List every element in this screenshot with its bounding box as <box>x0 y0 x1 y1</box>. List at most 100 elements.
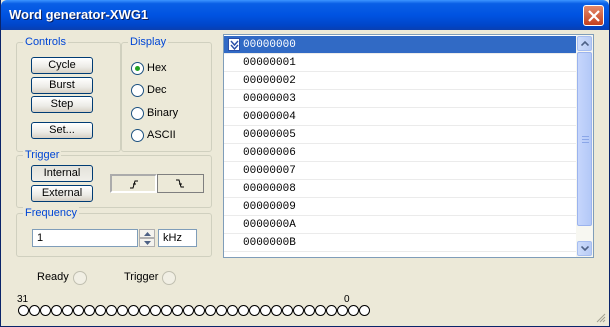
bit-indicator <box>40 305 51 316</box>
bit-indicator <box>51 305 62 316</box>
scroll-thumb[interactable] <box>577 52 592 226</box>
word-value: 00000005 <box>243 129 296 141</box>
word-row[interactable]: 0000000A <box>224 216 576 234</box>
bit-indicator <box>315 305 326 316</box>
resize-grip-icon[interactable] <box>595 312 606 323</box>
bit-indicator <box>18 305 29 316</box>
display-ascii-label: ASCII <box>147 129 176 141</box>
bit-indicator <box>73 305 84 316</box>
word-row[interactable]: 00000007 <box>224 162 576 180</box>
word-row[interactable]: 00000003 <box>224 90 576 108</box>
rising-edge-button[interactable] <box>110 174 157 193</box>
rising-edge-icon <box>130 180 138 189</box>
close-button[interactable] <box>583 5 604 26</box>
word-row[interactable]: 0000000B <box>224 234 576 252</box>
word-row[interactable]: 00000006 <box>224 144 576 162</box>
step-button[interactable]: Step <box>31 96 93 113</box>
bit-indicator <box>227 305 238 316</box>
scroll-up-button[interactable] <box>577 36 592 51</box>
bit-low-label: 0 <box>344 294 350 305</box>
bit-indicator <box>95 305 106 316</box>
word-list[interactable]: 00000000 00000001 00000002 00000003 0000… <box>223 34 594 258</box>
cycle-button[interactable]: Cycle <box>31 57 93 74</box>
word-row[interactable]: 00000002 <box>224 72 576 90</box>
radio-circle <box>131 107 144 120</box>
bit-indicator <box>238 305 249 316</box>
ready-indicator <box>73 271 87 285</box>
title-bar[interactable]: Word generator-XWG1 <box>1 0 609 30</box>
trigger-status-label: Trigger <box>124 271 159 283</box>
bit-high-label: 31 <box>17 294 29 305</box>
output-bits <box>18 305 370 317</box>
bit-indicator <box>260 305 271 316</box>
word-value: 00000006 <box>243 147 296 159</box>
controls-group-label: Controls <box>23 36 68 48</box>
word-value: 00000004 <box>243 111 296 123</box>
external-trigger-button[interactable]: External <box>31 185 93 202</box>
vertical-scrollbar[interactable] <box>576 35 593 257</box>
bit-indicator <box>106 305 117 316</box>
bit-indicator <box>84 305 95 316</box>
bit-indicator <box>348 305 359 316</box>
word-value: 00000000 <box>243 39 296 51</box>
word-row[interactable]: 00000004 <box>224 108 576 126</box>
frequency-group-label: Frequency <box>23 207 79 219</box>
radio-circle <box>131 62 144 75</box>
bit-indicator <box>304 305 315 316</box>
word-row[interactable]: 00000009 <box>224 198 576 216</box>
set-button[interactable]: Set... <box>31 122 93 139</box>
bit-indicator <box>282 305 293 316</box>
falling-edge-icon <box>176 179 184 188</box>
trigger-indicator <box>162 271 176 285</box>
word-value: 00000002 <box>243 75 296 87</box>
frequency-spin-up[interactable] <box>139 229 155 238</box>
bit-indicator <box>194 305 205 316</box>
word-value: 00000001 <box>243 57 296 69</box>
trigger-group-label: Trigger <box>23 149 62 161</box>
word-value: 0000000A <box>243 219 296 231</box>
frequency-input[interactable]: 1 <box>32 229 138 247</box>
triangle-up-icon <box>144 232 151 236</box>
word-value: 0000000B <box>243 237 296 249</box>
grip-line <box>582 139 589 140</box>
grip-line <box>582 142 589 143</box>
burst-button[interactable]: Burst <box>31 77 93 94</box>
bit-indicator <box>183 305 194 316</box>
internal-trigger-button[interactable]: Internal <box>31 165 93 182</box>
word-value: 00000003 <box>243 93 296 105</box>
frequency-unit-field[interactable]: kHz <box>158 229 197 247</box>
radio-circle <box>131 84 144 97</box>
word-value: 00000008 <box>243 183 296 195</box>
triangle-down-icon <box>144 241 151 245</box>
display-hex-label: Hex <box>147 62 167 74</box>
display-binary-label: Binary <box>147 107 179 119</box>
bit-indicator <box>139 305 150 316</box>
bit-indicator <box>249 305 260 316</box>
word-value: 00000007 <box>243 165 296 177</box>
chevron-down-icon <box>581 246 589 251</box>
bit-indicator <box>62 305 73 316</box>
frequency-spin-down[interactable] <box>139 238 155 247</box>
falling-edge-button[interactable] <box>157 174 204 193</box>
word-row[interactable]: 00000000 <box>224 36 576 54</box>
bit-indicator <box>205 305 216 316</box>
bit-indicator <box>326 305 337 316</box>
display-group-label: Display <box>128 36 169 48</box>
bit-indicator <box>271 305 282 316</box>
word-row[interactable]: 00000008 <box>224 180 576 198</box>
bit-indicator <box>359 305 370 316</box>
bit-indicator <box>172 305 183 316</box>
bit-indicator <box>337 305 348 316</box>
bit-indicator <box>29 305 40 316</box>
bit-indicator <box>161 305 172 316</box>
ready-label: Ready <box>37 271 69 283</box>
word-row[interactable]: 00000005 <box>224 126 576 144</box>
display-dec-label: Dec <box>147 84 167 96</box>
bit-indicator <box>216 305 227 316</box>
bit-indicator <box>128 305 139 316</box>
word-row[interactable]: 00000001 <box>224 54 576 72</box>
scroll-down-button[interactable] <box>577 241 592 256</box>
close-icon <box>588 10 600 22</box>
chevron-up-icon <box>581 41 589 46</box>
bit-indicator <box>117 305 128 316</box>
